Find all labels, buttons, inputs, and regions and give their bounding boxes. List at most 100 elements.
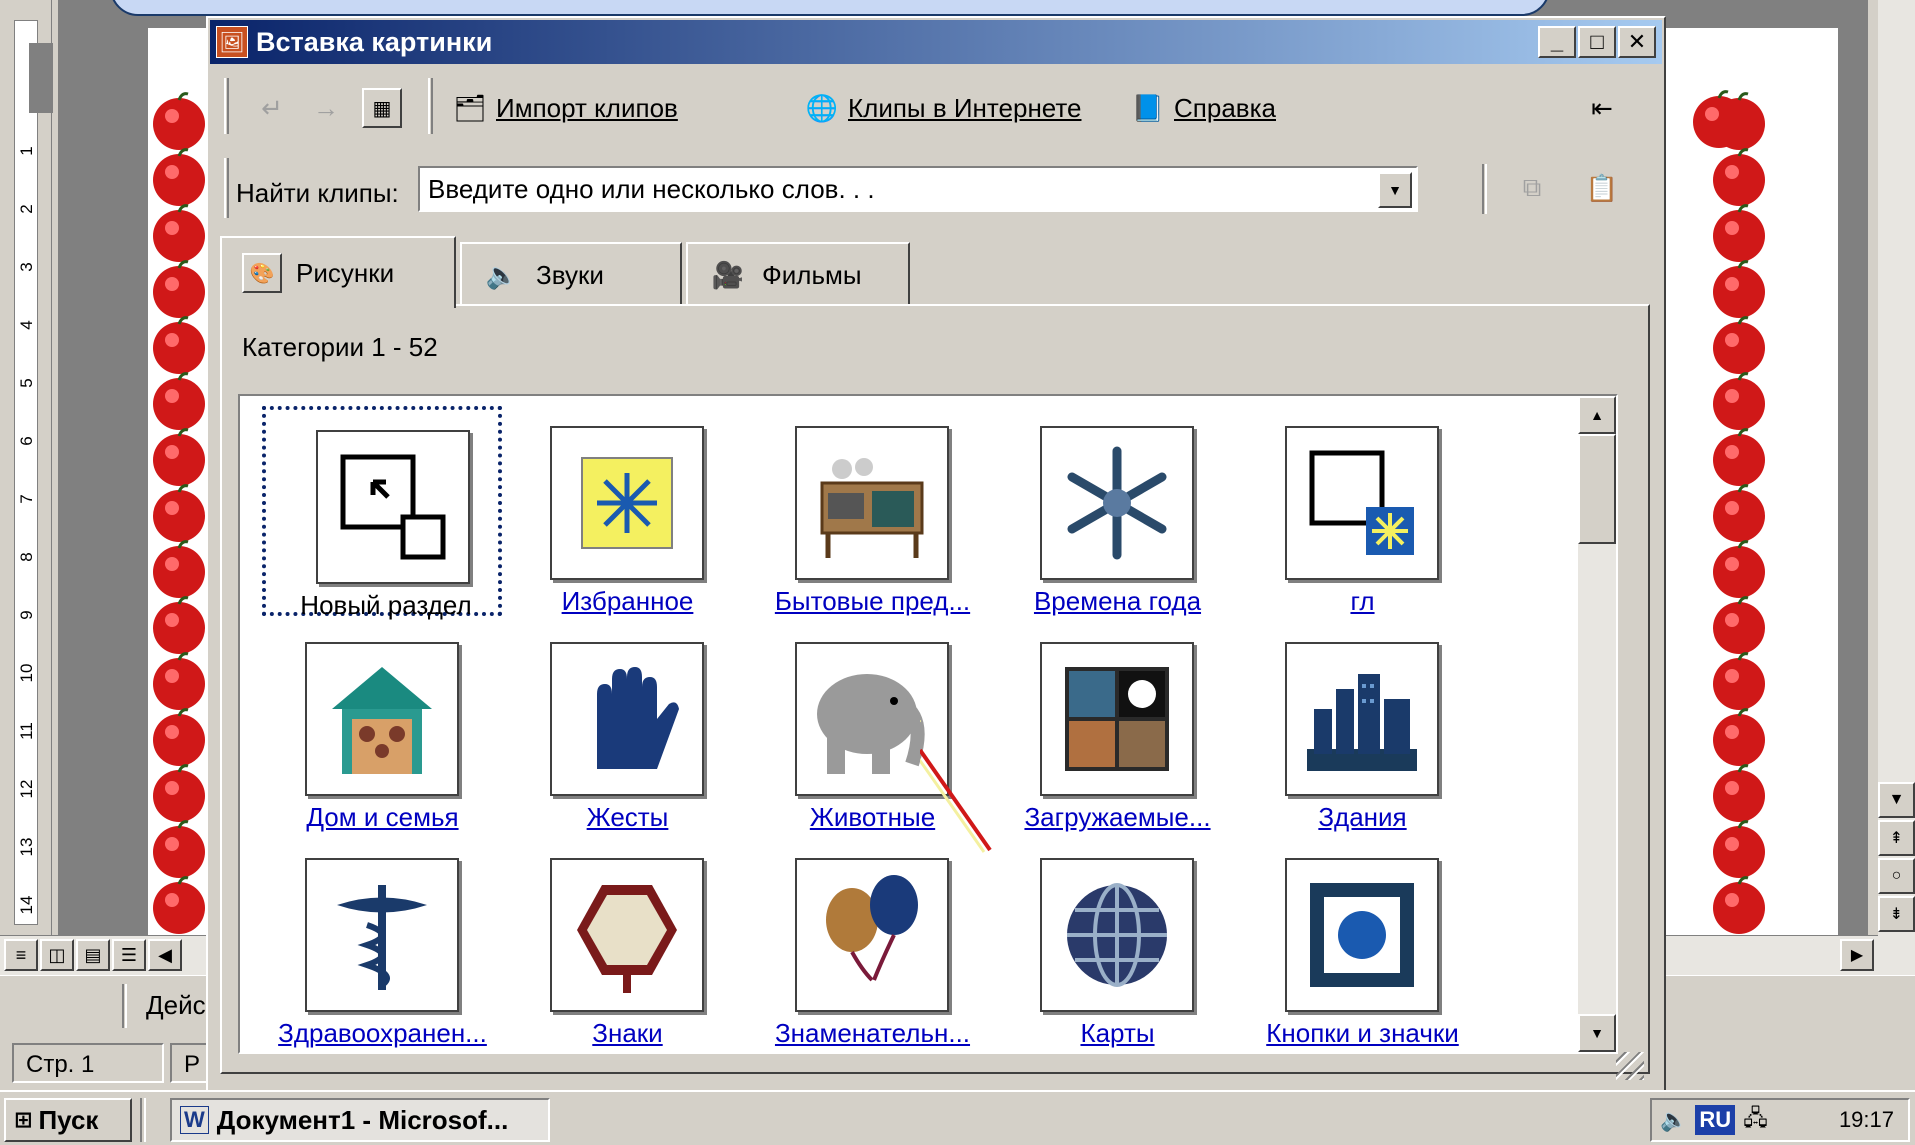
taskbar-word-document[interactable]: W Документ1 - Microsof... [170, 1098, 550, 1142]
change-size-button[interactable]: ⇤ [1582, 86, 1622, 130]
home-family-icon [305, 642, 459, 796]
apple-border-icon [1693, 90, 1745, 148]
ruler-tick-label: 6 [17, 436, 36, 446]
forward-button[interactable]: → [306, 86, 346, 130]
import-clips-icon: 🗂 [453, 92, 487, 123]
language-indicator[interactable]: RU [1695, 1105, 1736, 1135]
apple-border-icon [153, 148, 205, 206]
scroll-down-button[interactable]: ▼ [1878, 782, 1915, 818]
clips-online-icon: 🌐 [805, 92, 839, 123]
scroll-thumb[interactable] [1578, 434, 1616, 544]
dialog-titlebar[interactable]: 🖼 Вставка картинки _ □ ✕ [210, 20, 1662, 64]
start-button[interactable]: ⊞ Пуск [4, 1098, 132, 1142]
scroll-down-button[interactable]: ▼ [1578, 1014, 1616, 1052]
help-book-icon: 📘 [1131, 92, 1165, 123]
previous-page-button[interactable]: ⇞ [1878, 820, 1915, 856]
tab-movies[interactable]: 🎥 Фильмы [686, 242, 910, 306]
new-category-icon [316, 430, 470, 584]
normal-view-icon[interactable]: ≡ [4, 939, 38, 971]
ruler-tick-label: 1 [17, 146, 36, 156]
category-favorites[interactable]: Избранное [490, 406, 730, 616]
toolbar-grip[interactable] [122, 984, 127, 1028]
new-category-star-icon [1285, 426, 1439, 580]
apple-border-icon [153, 820, 205, 878]
apple-border-icon [1713, 204, 1765, 262]
outline-view-icon[interactable]: ☰ [112, 939, 146, 971]
category-buildings[interactable]: Здания [1225, 622, 1465, 832]
draw-actions-menu[interactable]: Дейс [146, 990, 206, 1021]
back-arrow-icon: ↵ [261, 92, 283, 123]
scroll-left-button[interactable]: ◀ [148, 939, 182, 971]
maximize-button[interactable]: □ [1578, 26, 1616, 58]
search-row: Найти клипы: Введите одно или несколько … [222, 148, 1652, 228]
clock[interactable]: 19:17 [1839, 1107, 1894, 1133]
next-page-button[interactable]: ⇟ [1878, 896, 1915, 932]
toolbar-grip[interactable] [224, 78, 229, 134]
sign-icon [550, 858, 704, 1012]
toolbar-grip[interactable] [224, 158, 229, 218]
view-button[interactable]: ▦ [362, 86, 402, 130]
clips-online-button[interactable]: 🌐 Клипы в Интернете [802, 86, 1082, 130]
resize-grip-icon[interactable] [1616, 1052, 1644, 1080]
category-home-family[interactable]: Дом и семья [245, 622, 485, 832]
back-button[interactable]: ↵ [252, 86, 292, 130]
help-button[interactable]: 📘 Справка [1128, 86, 1276, 130]
network-icon[interactable]: 🖧 [1743, 1101, 1768, 1139]
apple-border-icon [1713, 484, 1765, 542]
apple-border-icon [153, 876, 205, 934]
category-gl[interactable]: гл [1225, 406, 1465, 616]
category-label: Кнопки и значки [1266, 1018, 1459, 1048]
tab-sounds[interactable]: 🔈 Звуки [460, 242, 682, 306]
web-view-icon[interactable]: ◫ [40, 939, 74, 971]
scroll-up-button[interactable]: ▲ [1578, 396, 1616, 434]
category-new-section[interactable]: Новый раздел [262, 406, 502, 620]
close-button[interactable]: ✕ [1618, 26, 1656, 58]
category-healthcare[interactable]: Здравоохранен... [245, 838, 487, 1048]
status-page: Стр. 1 [12, 1043, 164, 1083]
browse-object-button[interactable]: ○ [1878, 858, 1915, 894]
annotation-arrow-icon [920, 720, 992, 853]
category-seasons[interactable]: Времена года [980, 406, 1220, 616]
dialog-status-bar [220, 1050, 1650, 1086]
category-special-occasions[interactable]: Знаменательн... [735, 838, 975, 1048]
tab-label: Звуки [536, 259, 604, 290]
volume-icon[interactable]: 🔈 [1660, 1107, 1687, 1133]
apple-border-icon [153, 484, 205, 542]
category-household[interactable]: Бытовые пред... [735, 406, 975, 616]
taskbar-grip[interactable] [140, 1098, 146, 1142]
apple-border-icon [1713, 428, 1765, 486]
minimize-button[interactable]: _ [1538, 26, 1576, 58]
category-label: Знаки [592, 1018, 663, 1048]
tab-pictures[interactable]: 🎨 Рисунки [220, 236, 456, 308]
toolbar-separator [428, 78, 433, 134]
category-count: Категории 1 - 52 [242, 332, 438, 362]
copy-icon[interactable]: ⧉ [1512, 168, 1552, 208]
category-label: гл [1350, 586, 1375, 616]
paste-icon[interactable]: 📋 [1582, 168, 1622, 208]
category-buttons-icons[interactable]: Кнопки и значки [1225, 838, 1465, 1048]
print-layout-icon[interactable]: ▤ [76, 939, 110, 971]
search-dropdown-button[interactable]: ▼ [1378, 172, 1412, 208]
apple-border-icon [153, 316, 205, 374]
apple-border-icon [1713, 316, 1765, 374]
word-vertical-scrollbar[interactable]: ▼ ⇞ ○ ⇟ [1878, 0, 1915, 975]
ruler-tick-label: 3 [17, 262, 36, 272]
movies-icon: 🎥 [711, 259, 745, 290]
favorites-icon [550, 426, 704, 580]
apple-border-icon [1713, 596, 1765, 654]
category-grid-scrollbar[interactable]: ▲ ▼ [1578, 396, 1616, 1052]
start-label: Пуск [38, 1104, 99, 1135]
category-maps[interactable]: Карты [980, 838, 1220, 1048]
category-gestures[interactable]: Жесты [490, 622, 730, 832]
ruler-tick-label: 8 [17, 552, 36, 562]
taskbar: ⊞ Пуск W Документ1 - Microsof... 🔈 RU 🖧 … [0, 1090, 1915, 1145]
category-signs[interactable]: Знаки [490, 838, 730, 1048]
help-label: Справка [1174, 92, 1276, 123]
clipart-app-icon: 🖼 [216, 26, 248, 58]
search-input[interactable]: Введите одно или несколько слов. . . ▼ [418, 166, 1418, 212]
apple-border-icon [153, 372, 205, 430]
import-clips-button[interactable]: 🗂 Импорт клипов [450, 86, 677, 130]
apple-border-icon [1713, 820, 1765, 878]
scroll-right-button[interactable]: ▶ [1840, 939, 1874, 971]
ruler-tick-label: 13 [17, 837, 36, 857]
